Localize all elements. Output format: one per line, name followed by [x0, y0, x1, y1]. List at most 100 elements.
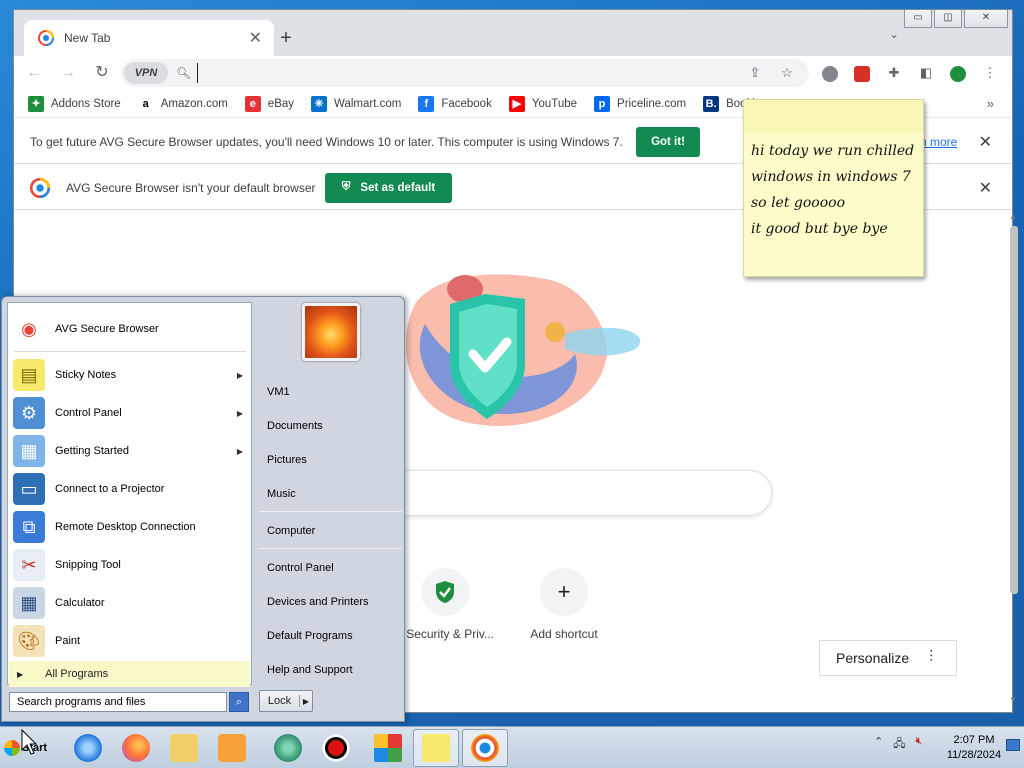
start-menu-item[interactable]: ▤ Sticky Notes ▶ — [8, 357, 251, 393]
taskbar-app[interactable] — [462, 729, 508, 767]
start-menu-link[interactable]: Control Panel — [267, 562, 334, 574]
close-window-icon[interactable]: ✕ — [964, 10, 1008, 28]
bookmark-item[interactable]: ▶ YouTube — [508, 95, 578, 112]
bookmarks-more-icon[interactable]: » — [987, 96, 994, 111]
adblock-icon[interactable] — [850, 61, 874, 85]
taskbar: Start ⌃ 🖧︎ 🔇︎ 2:07 PM 11/28/2024 — [0, 726, 1024, 768]
file-explorer-icon — [170, 734, 198, 762]
add-shortcut-button[interactable]: + Add shortcut — [499, 568, 629, 641]
bookmark-item[interactable]: a Amazon.com — [137, 95, 228, 112]
page-scrollbar[interactable]: ▲ ▼ — [1008, 212, 1020, 704]
sidepanel-icon[interactable]: ◧ — [914, 61, 938, 85]
scroll-up-icon[interactable]: ▲ — [1009, 212, 1017, 221]
sticky-note-header[interactable] — [744, 100, 923, 132]
bookmark-item[interactable]: f Facebook — [418, 95, 492, 112]
close-tab-icon[interactable]: ✕ — [249, 28, 262, 48]
triangle-right-icon[interactable]: ▶ — [300, 697, 312, 706]
menu-kebab-icon[interactable]: ⋮ — [978, 61, 1002, 85]
minimize-icon[interactable]: ▭ — [904, 10, 932, 28]
got-it-button[interactable]: Got it! — [636, 126, 700, 157]
start-search-input[interactable]: Search programs and files — [9, 692, 227, 712]
avg-browser-icon: ◉ — [13, 313, 45, 345]
lock-button[interactable]: Lock ▶ — [259, 690, 313, 712]
start-menu-link[interactable]: Default Programs — [267, 630, 353, 642]
triangle-right-icon[interactable]: ▶ — [237, 447, 243, 456]
bookmark-star-icon[interactable]: ☆ — [777, 65, 797, 81]
start-menu-link[interactable]: VM1 — [267, 386, 290, 398]
start-menu-item[interactable]: ▦ Getting Started ▶ — [8, 433, 251, 469]
address-input[interactable] — [197, 63, 745, 83]
bookmark-item[interactable]: p Priceline.com — [594, 95, 686, 112]
start-menu-item[interactable]: 🎨︎ Paint — [8, 623, 251, 659]
bookmark-label: Facebook — [441, 97, 492, 110]
bookmark-item[interactable]: ✦ Addons Store — [28, 95, 121, 112]
taskbar-app[interactable] — [209, 729, 255, 767]
start-menu-link[interactable]: Computer — [267, 525, 315, 537]
personalize-button[interactable]: Personalize ⫶ — [819, 640, 957, 676]
lock-label: Lock — [260, 695, 300, 707]
triangle-right-icon[interactable]: ▶ — [237, 371, 243, 380]
address-bar[interactable]: VPN 🔍︎ ⇪ ☆ — [121, 59, 809, 87]
window-controls: ▭ ◫ ✕ — [904, 10, 1008, 28]
sticky-note[interactable]: hi today we run chilled windows in windo… — [743, 99, 924, 277]
start-menu-item[interactable]: ◉ AVG Secure Browser — [8, 311, 251, 347]
start-menu-item[interactable]: ▦ Calculator — [8, 585, 251, 621]
reload-icon[interactable]: ↻ — [88, 59, 116, 87]
sticky-note-text[interactable]: hi today we run chilled windows in windo… — [744, 132, 923, 242]
taskbar-app[interactable] — [313, 729, 359, 767]
taskbar-app[interactable] — [65, 729, 111, 767]
new-tab-button[interactable]: + — [272, 24, 300, 52]
search-icon[interactable]: ⌕ — [229, 692, 249, 712]
youtube-icon: ▶ — [508, 95, 525, 112]
taskbar-app[interactable] — [365, 729, 411, 767]
avg-shield-icon[interactable] — [946, 61, 970, 85]
close-infobar-icon[interactable]: ✕ — [979, 178, 992, 198]
bookmark-label: YouTube — [531, 97, 578, 110]
chevron-down-icon[interactable]: ⌄ — [884, 24, 904, 44]
start-menu-item[interactable]: ✂ Snipping Tool — [8, 547, 251, 583]
start-menu-link[interactable]: Help and Support — [267, 664, 353, 676]
back-arrow-icon[interactable]: ← — [20, 59, 48, 87]
start-menu-item[interactable]: ▭ Connect to a Projector — [8, 471, 251, 507]
taskbar-app[interactable] — [413, 729, 459, 767]
all-programs-button[interactable]: ▶ All Programs — [9, 661, 250, 687]
internet-explorer-icon — [74, 734, 102, 762]
learn-more-link[interactable]: n more — [920, 135, 957, 149]
close-infobar-icon[interactable]: ✕ — [979, 132, 992, 152]
taskbar-clock[interactable]: 2:07 PM 11/28/2024 — [942, 733, 1006, 763]
bookmark-item[interactable]: e eBay — [244, 95, 294, 112]
start-menu-item[interactable]: ⚙ Control Panel ▶ — [8, 395, 251, 431]
start-menu-link[interactable]: Devices and Printers — [267, 596, 369, 608]
show-hidden-icons-icon[interactable]: ⌃ — [874, 735, 883, 754]
start-menu-item-label: Calculator — [55, 597, 105, 609]
scroll-down-icon[interactable]: ▼ — [1009, 695, 1017, 704]
start-menu-link[interactable]: Pictures — [267, 454, 307, 466]
scroll-thumb[interactable] — [1010, 226, 1018, 594]
share-icon[interactable]: ⇪ — [745, 65, 765, 81]
browser-toolbar: ← → ↻ VPN 🔍︎ ⇪ ☆ ✚ ◧ ⋮ — [14, 56, 1012, 90]
ntp-search-box[interactable] — [380, 470, 772, 516]
tab-new-tab[interactable]: New Tab ✕ — [24, 20, 274, 56]
user-avatar[interactable] — [302, 303, 360, 361]
taskbar-app[interactable] — [161, 729, 207, 767]
volume-muted-icon[interactable]: 🔇︎ — [915, 735, 922, 754]
forward-arrow-icon[interactable]: → — [54, 59, 82, 87]
triangle-right-icon[interactable]: ▶ — [237, 409, 243, 418]
privacy-shield-icon[interactable] — [818, 61, 842, 85]
taskbar-app[interactable] — [113, 729, 159, 767]
maximize-icon[interactable]: ◫ — [934, 10, 962, 28]
start-menu-item[interactable]: ⧉ Remote Desktop Connection — [8, 509, 251, 545]
set-as-default-button[interactable]: ⛨ Set as default — [325, 172, 452, 203]
start-menu-link[interactable]: Music — [267, 488, 296, 500]
start-menu-link[interactable]: Documents — [267, 420, 323, 432]
notification-flag-icon[interactable] — [1006, 739, 1020, 751]
taskbar-app[interactable] — [265, 729, 311, 767]
vpn-button[interactable]: VPN — [124, 62, 168, 84]
bookmark-item[interactable]: ✳ Walmart.com — [311, 95, 401, 112]
sliders-icon: ⫶ — [929, 649, 934, 666]
extensions-puzzle-icon[interactable]: ✚ — [882, 61, 906, 85]
walmart-icon: ✳ — [311, 95, 328, 112]
getting-started-icon: ▦ — [13, 435, 45, 467]
network-icon[interactable]: 🖧︎ — [893, 735, 905, 754]
sticky-notes-icon: ▤ — [13, 359, 45, 391]
